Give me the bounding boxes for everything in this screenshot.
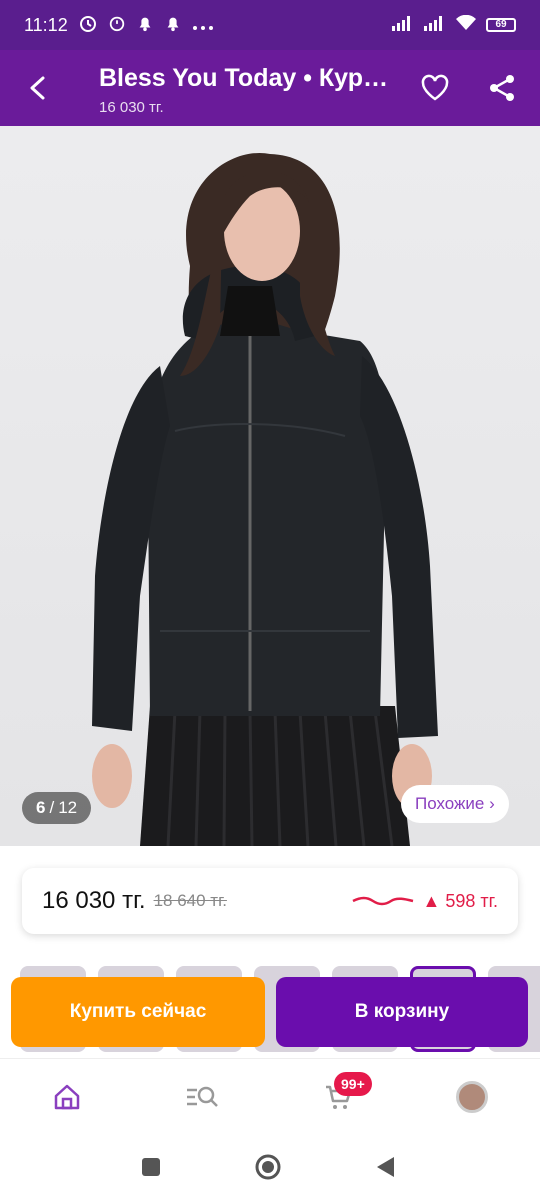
cart-badge: 99+ xyxy=(334,1072,372,1096)
image-counter-separator: / xyxy=(49,798,55,817)
profile-avatar[interactable] xyxy=(452,1077,492,1117)
app-bar: Bless You Today • Кур… 16 030 тг. xyxy=(0,50,540,126)
price-history-sparkline xyxy=(351,896,413,906)
add-to-cart-button[interactable]: В корзину xyxy=(276,977,528,1047)
status-bar: 11:12 69 xyxy=(0,0,540,50)
bottom-nav xyxy=(0,1058,540,1134)
price-trend: ▲ 598 тг. xyxy=(351,891,498,912)
alarm-icon xyxy=(108,14,126,37)
price-card[interactable]: 16 030 тг. 18 640 тг. ▲ 598 тг. xyxy=(22,868,518,934)
more-dots-icon xyxy=(192,15,214,36)
battery-indicator: 69 xyxy=(486,18,516,32)
product-header: Bless You Today • Кур… 16 030 тг. xyxy=(99,64,409,116)
share-icon[interactable] xyxy=(484,70,520,106)
page-title: Bless You Today • Кур… xyxy=(99,64,389,92)
buy-now-button[interactable]: Купить сейчас xyxy=(11,977,265,1047)
back-button[interactable] xyxy=(370,1152,400,1182)
catalog-search-icon[interactable] xyxy=(182,1077,222,1117)
current-price: 16 030 тг. xyxy=(42,887,146,914)
back-arrow-icon[interactable] xyxy=(18,70,58,106)
image-counter-current: 6 xyxy=(36,798,46,817)
system-nav-bar xyxy=(0,1134,540,1200)
similar-products-button[interactable]: Похожие › xyxy=(401,785,509,823)
image-counter-total: 12 xyxy=(58,798,78,817)
avatar xyxy=(456,1081,488,1113)
wifi-icon xyxy=(456,14,476,36)
home-icon[interactable] xyxy=(47,1077,87,1117)
status-time: 11:12 xyxy=(24,14,68,35)
recents-button[interactable] xyxy=(136,1152,166,1182)
signal-icon xyxy=(424,15,446,36)
alarm-clock-icon xyxy=(78,13,98,38)
old-price: 18 640 тг. xyxy=(153,891,227,910)
header-price: 16 030 тг. xyxy=(99,99,164,116)
favorite-heart-icon[interactable] xyxy=(417,70,453,106)
signal-icon xyxy=(392,15,414,36)
image-counter: 6 / 12 xyxy=(22,792,92,824)
product-image-gallery[interactable]: 6 / 12 Похожие › xyxy=(0,126,540,846)
home-button[interactable] xyxy=(253,1152,283,1182)
bell-icon xyxy=(136,14,154,37)
price-change: ▲ 598 тг. xyxy=(422,890,498,911)
product-photo xyxy=(92,152,438,846)
bell-icon xyxy=(164,14,182,37)
